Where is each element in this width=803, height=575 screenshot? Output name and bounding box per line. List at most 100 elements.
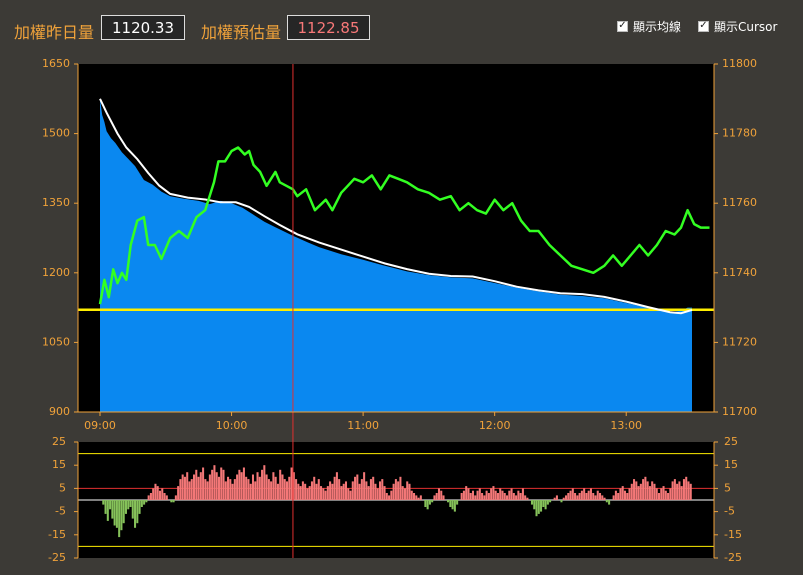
- diff-bar: [510, 488, 513, 500]
- diff-bar: [385, 493, 388, 500]
- diff-bar: [642, 479, 645, 500]
- diff-bar: [503, 493, 506, 500]
- diff-bar: [601, 495, 604, 500]
- diff-bar: [594, 495, 597, 500]
- diff-bar: [614, 490, 617, 500]
- left-tick-label: 1050: [42, 335, 70, 348]
- diff-bar: [134, 500, 137, 528]
- right-tick-label: 11740: [722, 266, 757, 279]
- diff-bar: [526, 497, 529, 500]
- sub-right-tick-label: -5: [724, 505, 735, 518]
- diff-bar: [619, 488, 622, 500]
- diff-bar: [147, 495, 150, 500]
- diff-bar: [451, 500, 454, 510]
- diff-bar: [322, 488, 325, 500]
- diff-bar: [129, 500, 132, 507]
- diff-bar: [592, 493, 595, 500]
- diff-bar: [349, 490, 352, 500]
- diff-bar: [374, 483, 377, 500]
- diff-bar: [229, 479, 232, 500]
- diff-bar: [621, 486, 624, 500]
- diff-bar: [347, 488, 350, 500]
- diff-bar: [460, 493, 463, 500]
- diff-bar: [585, 493, 588, 500]
- diff-bar: [626, 493, 629, 500]
- diff-bar: [542, 500, 545, 507]
- diff-bar: [628, 488, 631, 500]
- diff-bar: [390, 490, 393, 500]
- diff-bar: [258, 476, 261, 500]
- diff-bar: [648, 486, 651, 500]
- diff-bar: [501, 490, 504, 500]
- diff-bar: [485, 490, 488, 500]
- diff-bar: [435, 493, 438, 500]
- diff-bar: [104, 500, 107, 514]
- right-tick-label: 11800: [722, 57, 757, 70]
- diff-bar: [555, 495, 558, 500]
- diff-bar: [102, 500, 105, 505]
- diff-bar: [369, 479, 372, 500]
- diff-bar: [465, 486, 468, 500]
- diff-bar: [587, 490, 590, 500]
- diff-bar: [188, 481, 191, 500]
- diff-bar: [249, 483, 252, 500]
- diff-bar: [515, 495, 518, 500]
- diff-bar: [376, 488, 379, 500]
- diff-bar: [118, 500, 121, 538]
- diff-bar: [415, 495, 418, 500]
- diff-bar: [401, 486, 404, 500]
- diff-bar: [406, 481, 409, 500]
- diff-bar: [154, 483, 157, 500]
- diff-bar: [603, 497, 606, 500]
- diff-bar: [399, 476, 402, 500]
- sub-left-tick-label: 25: [52, 435, 66, 448]
- diff-bar: [367, 486, 370, 500]
- diff-bar: [651, 481, 654, 500]
- diff-bar: [231, 483, 234, 500]
- diff-bar: [657, 493, 661, 500]
- diff-bar: [372, 476, 375, 500]
- diff-bar: [265, 474, 268, 500]
- diff-bar: [537, 500, 540, 514]
- diff-bar: [667, 493, 670, 500]
- diff-bar: [682, 479, 685, 500]
- diff-bar: [574, 493, 577, 500]
- left-tick-label: 1350: [42, 196, 70, 209]
- intraday-volume-chart[interactable]: 900 1050 1200 1350 1500 1650 11700 11720 11740 11…: [0, 0, 803, 575]
- diff-bar: [685, 476, 688, 500]
- diff-bar: [295, 479, 298, 500]
- diff-bar: [478, 488, 481, 500]
- diff-bar: [131, 500, 134, 519]
- diff-bar: [213, 465, 216, 500]
- x-tick-label: 12:00: [479, 419, 511, 432]
- diff-bar: [140, 500, 143, 507]
- diff-bar: [431, 500, 434, 503]
- diff-bar: [433, 495, 436, 500]
- diff-bar: [424, 500, 427, 507]
- x-tick-label: 09:00: [84, 419, 116, 432]
- diff-bar: [546, 500, 549, 505]
- diff-bar: [127, 500, 130, 510]
- diff-bar: [145, 500, 148, 503]
- diff-bar: [233, 479, 236, 500]
- diff-bar: [673, 479, 676, 500]
- diff-bar: [195, 469, 198, 500]
- right-tick-label: 11720: [722, 335, 757, 348]
- diff-bar: [254, 481, 257, 500]
- diff-bar: [138, 500, 141, 514]
- right-tick-label: 11780: [722, 127, 757, 140]
- diff-bar: [381, 479, 384, 500]
- sub-right-tick-label: -15: [724, 528, 742, 541]
- sub-left-tick-label: -25: [48, 551, 66, 564]
- diff-bar: [363, 472, 366, 500]
- diff-bar: [158, 490, 162, 500]
- diff-bar: [261, 469, 264, 500]
- x-tick-label: 10:00: [216, 419, 248, 432]
- diff-bar: [383, 486, 386, 500]
- diff-bar: [331, 483, 334, 500]
- left-tick-label: 1650: [42, 57, 70, 70]
- diff-bar: [553, 497, 556, 500]
- diff-bar: [671, 481, 674, 500]
- diff-bar: [338, 479, 341, 500]
- diff-bar: [356, 474, 359, 500]
